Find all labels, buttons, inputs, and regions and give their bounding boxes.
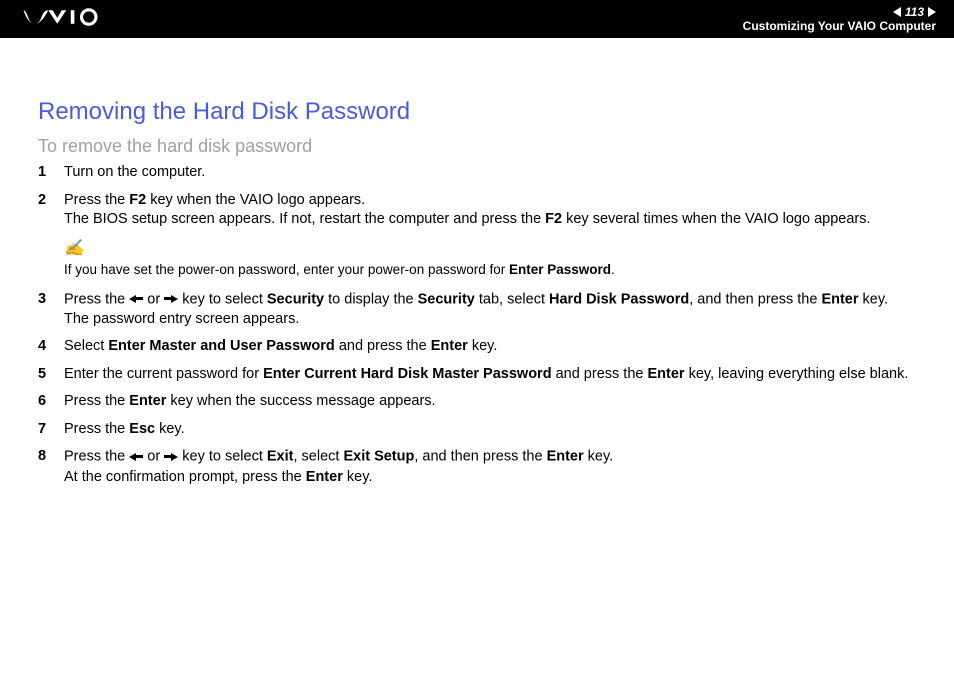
key-enter: Enter	[431, 338, 468, 354]
note: ✍ If you have set the power-on password,…	[64, 238, 916, 280]
step-body: Press the or key to select Security to d…	[64, 290, 916, 330]
exit-label: Exit	[267, 449, 294, 465]
step-number: 3	[38, 290, 64, 330]
text: key to select	[178, 449, 267, 465]
key-enter: Enter	[547, 449, 584, 465]
text: The BIOS setup screen appears. If not, r…	[64, 211, 545, 227]
next-page-icon[interactable]	[928, 7, 936, 17]
text: If you have set the power-on password, e…	[64, 262, 509, 277]
enter-password-label: Enter Password	[509, 262, 611, 277]
page-number: 113	[905, 5, 924, 19]
hdd-password-label: Hard Disk Password	[549, 291, 689, 307]
step-number: 7	[38, 420, 64, 440]
page-title: Removing the Hard Disk Password	[38, 98, 916, 126]
text: key to select	[178, 291, 267, 307]
text: key.	[468, 338, 498, 354]
note-icon: ✍	[64, 238, 916, 260]
text: Enter the current password for	[64, 366, 263, 382]
text: key.	[859, 291, 889, 307]
step-4: 4 Select Enter Master and User Password …	[38, 337, 916, 357]
text: key when the success message appears.	[166, 393, 435, 409]
text: key when the VAIO logo appears.	[146, 192, 365, 208]
arrow-left-icon	[129, 290, 143, 310]
text: to display the	[324, 291, 418, 307]
step-number: 1	[38, 163, 64, 183]
text: or	[143, 449, 164, 465]
step-number: 6	[38, 392, 64, 412]
key-f2: F2	[129, 192, 146, 208]
page-header: 113 Customizing Your VAIO Computer	[0, 0, 954, 38]
arrow-left-icon	[129, 447, 143, 467]
step-body: Turn on the computer.	[64, 163, 916, 183]
key-enter: Enter	[821, 291, 858, 307]
step-body: Enter the current password for Enter Cur…	[64, 365, 916, 385]
text: key several times when the VAIO logo app…	[562, 211, 870, 227]
step-2: 2 Press the F2 key when the VAIO logo ap…	[38, 191, 916, 230]
text: Press the	[64, 393, 129, 409]
step-7: 7 Press the Esc key.	[38, 420, 916, 440]
key-enter: Enter	[306, 469, 343, 485]
header-meta: 113 Customizing Your VAIO Computer	[743, 5, 936, 34]
text: Press the	[64, 192, 129, 208]
text: key.	[584, 449, 614, 465]
step-body: Press the Esc key.	[64, 420, 916, 440]
text: At the confirmation prompt, press the	[64, 469, 306, 485]
prev-page-icon[interactable]	[893, 7, 901, 17]
page-subtitle: To remove the hard disk password	[38, 136, 916, 157]
master-user-label: Enter Master and User Password	[108, 338, 334, 354]
text: , and then press the	[414, 449, 546, 465]
page-nav[interactable]: 113	[743, 5, 936, 19]
key-enter: Enter	[647, 366, 684, 382]
steps-list: 1 Turn on the computer. 2 Press the F2 k…	[38, 163, 916, 487]
step-number: 5	[38, 365, 64, 385]
step-body: Press the or key to select Exit, select …	[64, 447, 916, 487]
text: key.	[155, 421, 185, 437]
step-3: 3 Press the or key to select Security to…	[38, 290, 916, 330]
text: Press the	[64, 449, 129, 465]
section-label: Customizing Your VAIO Computer	[743, 19, 936, 33]
step-number: 4	[38, 337, 64, 357]
step-number: 8	[38, 447, 64, 487]
text: or	[143, 291, 164, 307]
step-body: Press the F2 key when the VAIO logo appe…	[64, 191, 916, 230]
text: , select	[293, 449, 343, 465]
arrow-right-icon	[164, 447, 178, 467]
step-5: 5 Enter the current password for Enter C…	[38, 365, 916, 385]
exit-setup-label: Exit Setup	[343, 449, 414, 465]
step-body: Press the Enter key when the success mes…	[64, 392, 916, 412]
key-enter: Enter	[129, 393, 166, 409]
vaio-logo	[18, 8, 128, 31]
step-number: 2	[38, 191, 64, 230]
step-6: 6 Press the Enter key when the success m…	[38, 392, 916, 412]
text: Select	[64, 338, 108, 354]
arrow-right-icon	[164, 290, 178, 310]
text: , and then press the	[689, 291, 821, 307]
step-8: 8 Press the or key to select Exit, selec…	[38, 447, 916, 487]
text: key, leaving everything else blank.	[685, 366, 909, 382]
text: .	[611, 262, 615, 277]
text: key.	[343, 469, 373, 485]
current-master-label: Enter Current Hard Disk Master Password	[263, 366, 551, 382]
text: and press the	[335, 338, 431, 354]
text: The password entry screen appears.	[64, 311, 299, 327]
step-1: 1 Turn on the computer.	[38, 163, 916, 183]
key-esc: Esc	[129, 421, 155, 437]
text: tab, select	[475, 291, 549, 307]
text: Press the	[64, 291, 129, 307]
step-body: Select Enter Master and User Password an…	[64, 337, 916, 357]
security-label: Security	[267, 291, 324, 307]
text: Press the	[64, 421, 129, 437]
text: and press the	[552, 366, 648, 382]
key-f2: F2	[545, 211, 562, 227]
page-content: Removing the Hard Disk Password To remov…	[0, 38, 954, 487]
security-tab-label: Security	[418, 291, 475, 307]
